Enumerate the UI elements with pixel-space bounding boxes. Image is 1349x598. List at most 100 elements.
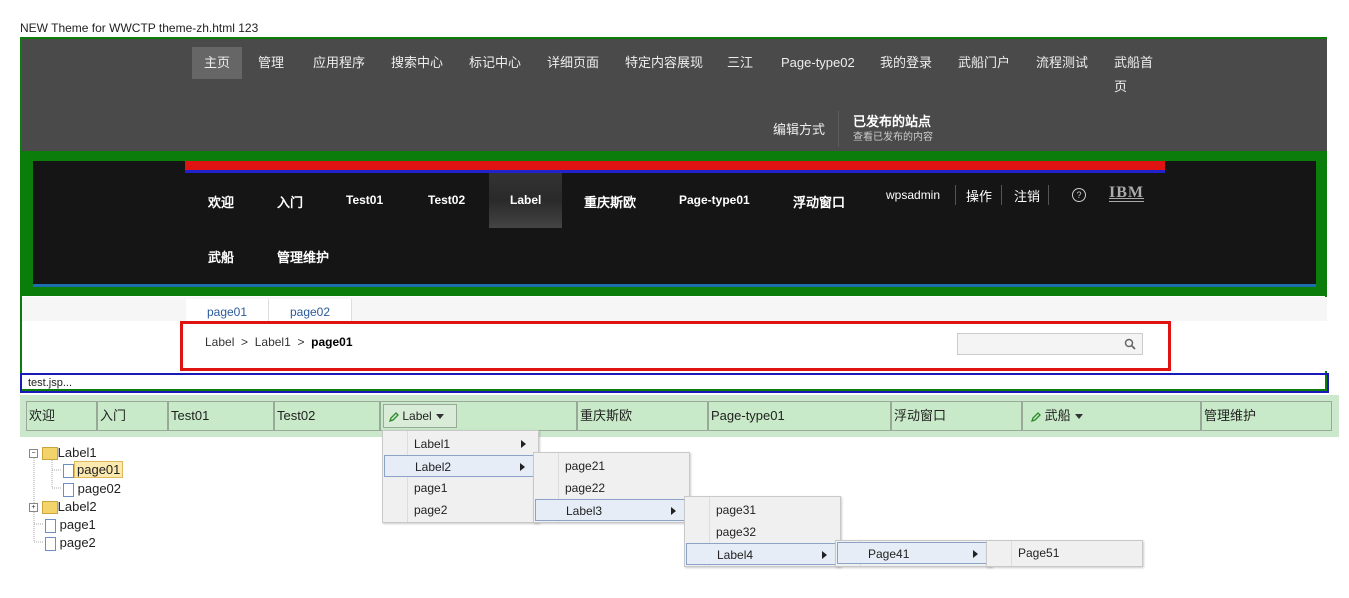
top-nav-apps[interactable]: 应用程序 — [301, 47, 377, 79]
document-icon — [45, 536, 56, 551]
test-jsp-portlet: test.jsp... — [20, 373, 1329, 393]
divider — [1048, 185, 1049, 205]
menubar-test02[interactable]: Test02 — [274, 401, 380, 431]
chevron-down-icon — [435, 414, 444, 420]
top-nav-details[interactable]: 详细页面 — [535, 47, 611, 79]
divider — [838, 111, 839, 147]
main-nav-chongqing[interactable]: 重庆斯欧 — [584, 192, 636, 211]
main-nav-maintenance[interactable]: 管理维护 — [277, 247, 329, 266]
tree-node-label2[interactable]: + Label2 — [29, 499, 97, 515]
user-name-link[interactable]: wpsadmin — [886, 188, 940, 202]
menubar-intro[interactable]: 入门 — [97, 401, 168, 431]
tree-node-label1[interactable]: − Label1 — [29, 445, 97, 461]
breadcrumb: Label > Label1 > page01 — [205, 335, 353, 349]
menu-item-page32[interactable]: page32 — [686, 521, 838, 543]
menu-item-page2[interactable]: page2 — [384, 499, 536, 521]
collapse-icon[interactable]: − — [29, 449, 38, 459]
menu-item-page1[interactable]: page1 — [384, 477, 536, 499]
document-icon — [45, 518, 56, 533]
folder-icon — [41, 501, 58, 515]
menubar-wuchuan-text: 武船 — [1044, 408, 1071, 423]
menubar-float-window[interactable]: 浮动窗口 — [891, 401, 1022, 431]
top-nav-my-login[interactable]: 我的登录 — [868, 47, 944, 79]
red-strip — [185, 161, 1165, 170]
menu-item-page41[interactable]: Page41 — [837, 542, 989, 564]
label4-submenu: Page41 — [835, 540, 992, 567]
breadcrumb-separator: > — [241, 335, 249, 349]
top-nav-sanjiang[interactable]: 三江 — [715, 47, 765, 79]
label3-submenu: page31 page32 Label4 — [684, 496, 841, 567]
top-nav-special-content[interactable]: 特定内容展现 — [613, 47, 715, 79]
menubar-page-type01[interactable]: Page-type01 — [708, 401, 891, 431]
top-nav-home[interactable]: 主页 — [192, 47, 243, 79]
menu-item-page31[interactable]: page31 — [686, 499, 838, 521]
tree-node-label: page01 — [74, 461, 124, 478]
label2-submenu: page21 page22 Label3 — [533, 452, 690, 523]
tab-page02[interactable]: page02 — [269, 299, 352, 321]
submenu-arrow-icon — [521, 440, 526, 448]
ibm-logo: IBM — [1109, 184, 1144, 201]
help-icon[interactable]: ? — [1072, 188, 1086, 202]
menu-item-label1[interactable]: Label1 — [384, 433, 536, 455]
chevron-down-icon — [1074, 414, 1083, 420]
menubar-maintenance[interactable]: 管理维护 — [1201, 401, 1332, 431]
tree-node-page1[interactable]: page1 — [45, 517, 96, 533]
top-nav-tag-center[interactable]: 标记中心 — [457, 47, 533, 79]
menubar-wuchuan-button[interactable]: 武船 — [1022, 401, 1201, 431]
top-nav-process-test[interactable]: 流程测试 — [1024, 47, 1100, 79]
tree-node-page2[interactable]: page2 — [45, 535, 96, 551]
menu-item-page21[interactable]: page21 — [535, 455, 687, 477]
submenu-arrow-icon — [822, 551, 827, 559]
tab-page01[interactable]: page01 — [186, 299, 269, 321]
expand-icon[interactable]: + — [29, 503, 38, 513]
tree-node-page02[interactable]: page02 — [63, 481, 121, 497]
blue-strip — [185, 170, 1165, 173]
top-nav-wuchuan-portal[interactable]: 武船门户 — [946, 47, 1022, 79]
main-nav-wuchuan[interactable]: 武船 — [208, 247, 234, 266]
tree-node-label: page02 — [77, 481, 122, 496]
top-nav-admin[interactable]: 管理 — [246, 47, 296, 79]
pencil-icon — [1031, 411, 1041, 422]
main-nav-bar — [33, 161, 1316, 285]
top-nav-wuchuan-home-wrap[interactable]: 页 — [1102, 71, 1139, 103]
main-nav-intro[interactable]: 入门 — [277, 192, 303, 211]
main-nav-float-window[interactable]: 浮动窗口 — [793, 192, 845, 211]
main-nav-welcome[interactable]: 欢迎 — [208, 192, 234, 211]
breadcrumb-current: page01 — [311, 335, 353, 349]
divider — [1001, 185, 1002, 205]
top-nav-search-center[interactable]: 搜索中心 — [379, 47, 455, 79]
pencil-icon — [389, 411, 399, 422]
menubar-label-button[interactable]: Label — [383, 404, 457, 428]
tree-node-label: page1 — [59, 517, 96, 532]
edit-mode-link[interactable]: 编辑方式 — [773, 119, 825, 138]
breadcrumb-item-label[interactable]: Label — [205, 335, 234, 349]
menu-item-page22[interactable]: page22 — [535, 477, 687, 499]
divider — [955, 185, 956, 205]
published-site-subtitle: 查看已发布的内容 — [853, 132, 933, 143]
page41-submenu: Page51 — [986, 540, 1143, 567]
menu-item-page51[interactable]: Page51 — [988, 542, 1140, 564]
search-input[interactable] — [957, 333, 1143, 355]
breadcrumb-item-label1[interactable]: Label1 — [255, 335, 291, 349]
menubar-welcome[interactable]: 欢迎 — [26, 401, 97, 431]
document-icon — [63, 463, 74, 478]
menu-item-label3[interactable]: Label3 — [535, 499, 687, 521]
main-nav-page-type01[interactable]: Page-type01 — [679, 193, 750, 207]
menu-item-label2[interactable]: Label2 — [384, 455, 536, 477]
menubar-test01[interactable]: Test01 — [168, 401, 274, 431]
main-nav-test02[interactable]: Test02 — [428, 193, 465, 207]
submenu-arrow-icon — [973, 550, 978, 558]
submenu-arrow-icon — [520, 463, 525, 471]
top-nav-page-type02[interactable]: Page-type02 — [769, 47, 867, 79]
search-icon[interactable] — [1124, 338, 1136, 350]
menubar-label-text: Label — [402, 409, 432, 423]
tree-node-page01[interactable]: page01 — [63, 461, 124, 478]
menu-item-label4[interactable]: Label4 — [686, 543, 838, 565]
label-dropdown-menu: Label1 Label2 page1 page2 — [382, 430, 539, 523]
menubar-chongqing[interactable]: 重庆斯欧 — [577, 401, 708, 431]
main-nav-label[interactable]: Label — [510, 193, 541, 207]
tree-node-label: page2 — [59, 535, 96, 550]
main-nav-test01[interactable]: Test01 — [346, 193, 383, 207]
actions-link[interactable]: 操作 — [966, 186, 992, 205]
logout-link[interactable]: 注销 — [1014, 186, 1040, 205]
